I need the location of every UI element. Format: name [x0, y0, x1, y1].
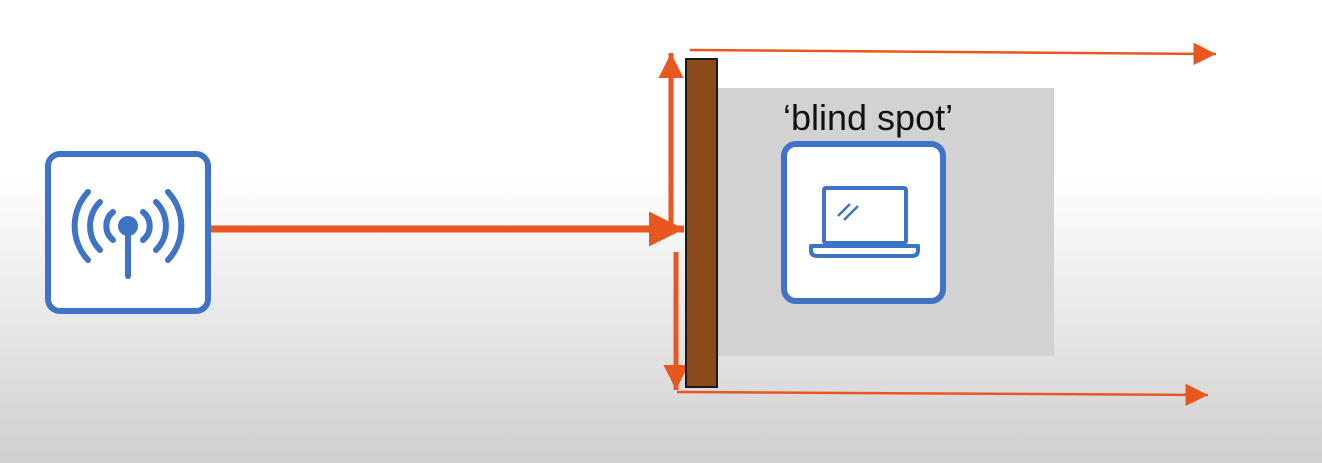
access-point	[45, 151, 211, 314]
diagram-canvas: ‘blind spot’	[0, 0, 1322, 463]
antenna-tip	[118, 216, 138, 236]
blind-spot-label: ‘blind spot’	[783, 97, 954, 138]
laptop-frame	[781, 141, 946, 304]
bypass-arrow-top	[689, 42, 1217, 66]
diagram-svg	[45, 42, 1217, 407]
wall	[685, 58, 718, 388]
bypass-arrow-bottom	[676, 383, 1209, 407]
laptop	[781, 141, 946, 304]
